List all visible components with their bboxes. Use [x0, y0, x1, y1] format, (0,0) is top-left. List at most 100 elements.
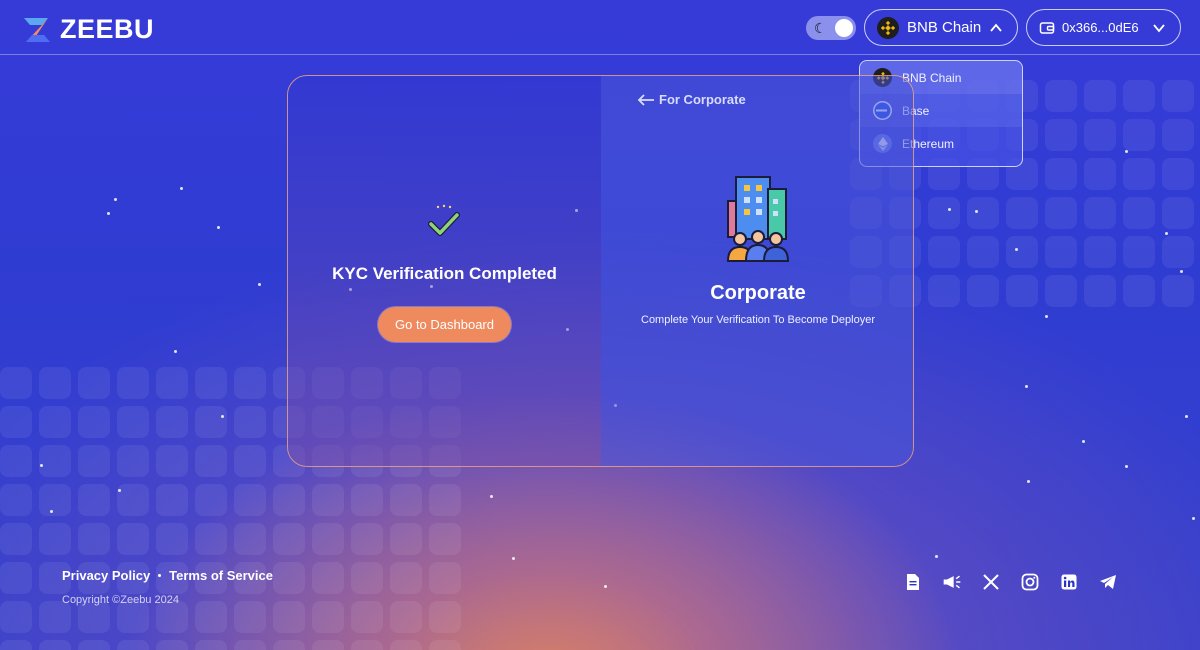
background-tile — [429, 484, 461, 516]
background-tile — [78, 484, 110, 516]
background-tile — [0, 445, 32, 477]
background-tile — [234, 406, 266, 438]
background-tile — [1162, 119, 1194, 151]
background-tile — [967, 197, 999, 229]
footer-separator — [158, 574, 162, 577]
background-tile — [390, 484, 422, 516]
megaphone-icon[interactable] — [942, 572, 962, 592]
check-icon — [428, 204, 460, 236]
background-tile — [429, 523, 461, 555]
copyright-text: Copyright ©Zeebu 2024 — [62, 594, 179, 606]
background-tile — [1123, 275, 1155, 307]
background-tile — [234, 640, 266, 650]
go-to-dashboard-button[interactable]: Go to Dashboard — [378, 307, 511, 342]
background-tile — [1084, 236, 1116, 268]
background-tile — [39, 445, 71, 477]
background-tile — [117, 484, 149, 516]
background-tile — [234, 445, 266, 477]
logo[interactable]: ZEEBU — [22, 14, 154, 45]
star-dot — [1082, 440, 1085, 443]
background-tile — [0, 640, 32, 650]
bnb-chain-icon — [877, 16, 899, 39]
background-tile — [195, 367, 227, 399]
background-tile — [0, 367, 32, 399]
background-tile — [156, 406, 188, 438]
background-tile — [312, 562, 344, 594]
background-tile — [928, 236, 960, 268]
background-tile — [39, 640, 71, 650]
chain-selector[interactable]: BNB Chain — [864, 9, 1018, 46]
background-tile — [351, 640, 383, 650]
background-tile — [39, 406, 71, 438]
background-tile — [39, 484, 71, 516]
linkedin-icon[interactable] — [1059, 572, 1079, 592]
star-dot — [490, 495, 493, 498]
star-dot — [512, 557, 515, 560]
background-tile — [1006, 236, 1038, 268]
background-tile — [0, 562, 32, 594]
background-tile — [1123, 197, 1155, 229]
star-dot — [1045, 315, 1048, 318]
background-tile — [1084, 80, 1116, 112]
background-tile — [312, 601, 344, 633]
telegram-icon[interactable] — [1098, 572, 1118, 592]
star-dot — [258, 283, 261, 286]
background-tile — [312, 640, 344, 650]
star-dot — [948, 208, 951, 211]
background-tile — [1162, 80, 1194, 112]
star-dot — [1192, 517, 1195, 520]
background-tile — [1162, 158, 1194, 190]
background-tile — [273, 523, 305, 555]
background-tile — [1045, 197, 1077, 229]
instagram-icon[interactable] — [1020, 572, 1040, 592]
selected-chain-label: BNB Chain — [907, 19, 982, 36]
wallet-address: 0x366...0dE6 — [1062, 20, 1139, 35]
background-tile — [156, 640, 188, 650]
kyc-status-title: KYC Verification Completed — [332, 264, 557, 283]
background-tile — [1123, 158, 1155, 190]
background-tile — [0, 601, 32, 633]
background-tile — [1045, 119, 1077, 151]
wallet-button[interactable]: 0x366...0dE6 — [1026, 9, 1181, 46]
star-dot — [50, 510, 53, 513]
background-tile — [117, 523, 149, 555]
background-tile — [78, 640, 110, 650]
background-tile — [117, 367, 149, 399]
background-tile — [1084, 158, 1116, 190]
background-tile — [1123, 80, 1155, 112]
social-links — [903, 572, 1118, 592]
toggle-knob — [835, 19, 853, 37]
chevron-up-icon — [990, 23, 1002, 32]
background-tile — [1045, 80, 1077, 112]
corporate-subtitle: Complete Your Verification To Become Dep… — [641, 314, 875, 326]
background-tile — [39, 523, 71, 555]
verification-card: KYC Verification Completed Go to Dashboa… — [287, 75, 914, 467]
background-tile — [117, 445, 149, 477]
background-tile — [390, 562, 422, 594]
star-dot — [114, 198, 117, 201]
zeebu-logo-icon — [24, 17, 50, 42]
back-link[interactable]: For Corporate — [637, 92, 746, 107]
background-tile — [234, 484, 266, 516]
star-dot — [975, 210, 978, 213]
background-tile — [1123, 119, 1155, 151]
star-dot — [1125, 150, 1128, 153]
privacy-policy-link[interactable]: Privacy Policy — [62, 568, 150, 583]
background-tile — [390, 601, 422, 633]
background-tile — [967, 236, 999, 268]
corporate-panel: For Corporate Corporate Complete Your Ve… — [601, 76, 913, 466]
background-tile — [928, 275, 960, 307]
document-icon[interactable] — [903, 572, 923, 592]
chevron-down-icon — [1152, 23, 1165, 32]
background-tile — [1084, 275, 1116, 307]
logo-text: ZEEBU — [60, 14, 155, 44]
theme-toggle[interactable]: ☾ — [806, 16, 856, 40]
background-tile — [78, 367, 110, 399]
star-dot — [1180, 270, 1183, 273]
background-tile — [1045, 236, 1077, 268]
terms-of-service-link[interactable]: Terms of Service — [169, 568, 273, 583]
x-icon[interactable] — [981, 572, 1001, 592]
background-tile — [0, 406, 32, 438]
background-tile — [0, 484, 32, 516]
background-tile — [1006, 197, 1038, 229]
